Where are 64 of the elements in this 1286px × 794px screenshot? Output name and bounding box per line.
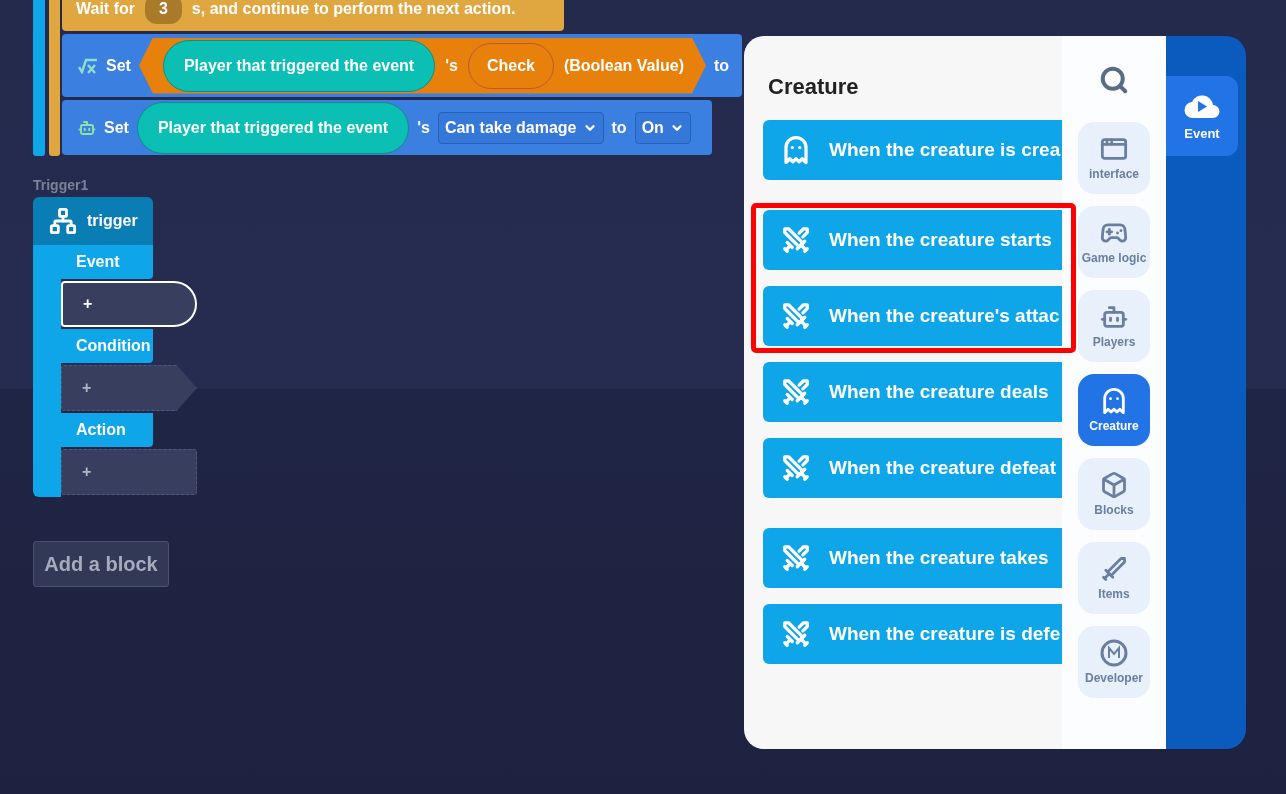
event-entry[interactable]: When the creature defeat xyxy=(763,438,1062,498)
m-coin-icon xyxy=(1100,639,1128,667)
category-button[interactable]: Items xyxy=(1078,542,1150,614)
crossed-swords-icon xyxy=(781,453,811,483)
value-dropdown[interactable]: On xyxy=(634,111,691,144)
entry-label: When the creature is defe xyxy=(829,623,1061,645)
event-entry[interactable]: When the creature deals xyxy=(763,362,1062,422)
crossed-swords-icon xyxy=(781,543,811,573)
category-button[interactable]: Blocks xyxy=(1078,458,1150,530)
entry-label: When the creature deals xyxy=(829,381,1049,403)
block-text: Wait for xyxy=(76,0,135,18)
category-button[interactable]: Creature xyxy=(1078,374,1150,446)
entry-label: When the creature's attac xyxy=(829,305,1060,327)
category-button[interactable]: Players xyxy=(1078,290,1150,362)
drop-slot[interactable]: + xyxy=(61,449,197,495)
event-entry[interactable]: When the creature's attac xyxy=(763,286,1062,346)
property-block[interactable]: Player that triggered the event 's Check (Boolean Value) xyxy=(138,37,706,94)
category-button[interactable]: interface xyxy=(1078,122,1150,194)
event-entry[interactable]: When the creature is crea xyxy=(763,120,1062,180)
crossed-swords-icon xyxy=(781,619,811,649)
event-entry[interactable]: When the creature takes xyxy=(763,528,1062,588)
block-text: s, and continue to perform the next action. xyxy=(191,0,516,18)
trigger-title: trigger xyxy=(87,212,138,230)
drop-slot[interactable]: + xyxy=(61,281,197,327)
entry-label: When the creature starts xyxy=(829,229,1052,251)
panel-title: Creature xyxy=(768,74,860,100)
block-text: 's xyxy=(417,118,430,137)
robot-icon xyxy=(1100,303,1128,331)
block-text: to xyxy=(713,56,730,75)
cube-icon xyxy=(1100,471,1128,499)
event-entry[interactable]: When the creature is defe xyxy=(763,604,1062,664)
block-text: Set xyxy=(106,56,131,75)
hierarchy-icon xyxy=(49,207,77,235)
drop-slot[interactable]: + xyxy=(61,365,197,411)
player-pill[interactable]: Player that triggered the event xyxy=(162,39,436,92)
block-text: 's xyxy=(445,56,458,75)
set-block[interactable]: Set Player that triggered the event 's Can take damage to On xyxy=(62,100,712,155)
crossed-swords-icon xyxy=(781,377,811,407)
set-block[interactable]: Set Player that triggered the event 's Check (Boolean Value) to xyxy=(62,34,742,97)
crossed-swords-icon xyxy=(781,301,811,331)
entry-label: When the creature defeat xyxy=(829,457,1056,479)
category-button[interactable]: Developer xyxy=(1078,626,1150,698)
add-block-button[interactable]: Add a block xyxy=(33,541,169,587)
search-icon[interactable] xyxy=(1099,65,1129,95)
window-icon xyxy=(1100,135,1128,163)
category-button[interactable]: Game logic xyxy=(1078,206,1150,278)
trigger-name: Trigger1 xyxy=(33,177,90,193)
robot-icon xyxy=(78,118,96,137)
block-text: to xyxy=(611,118,627,137)
event-tab[interactable]: Event xyxy=(1166,76,1238,156)
block-text: (Boolean Value) xyxy=(563,56,684,75)
player-pill[interactable]: Player that triggered the event xyxy=(136,101,410,154)
crossed-swords-icon xyxy=(781,225,811,255)
entry-label: When the creature takes xyxy=(829,547,1049,569)
event-entry[interactable]: When the creature starts xyxy=(763,210,1062,270)
ghost-icon xyxy=(1100,387,1128,415)
variable-icon xyxy=(78,57,98,74)
number-field[interactable]: 3 xyxy=(144,0,182,24)
entry-label: When the creature is crea xyxy=(829,139,1061,161)
wait-block[interactable]: Wait for 3 s, and continue to perform the next action. xyxy=(62,0,564,31)
ghost-icon xyxy=(781,135,811,165)
property-dropdown[interactable]: Can take damage xyxy=(437,111,604,144)
block-text: Set xyxy=(104,118,129,137)
sword-icon xyxy=(1100,555,1128,583)
